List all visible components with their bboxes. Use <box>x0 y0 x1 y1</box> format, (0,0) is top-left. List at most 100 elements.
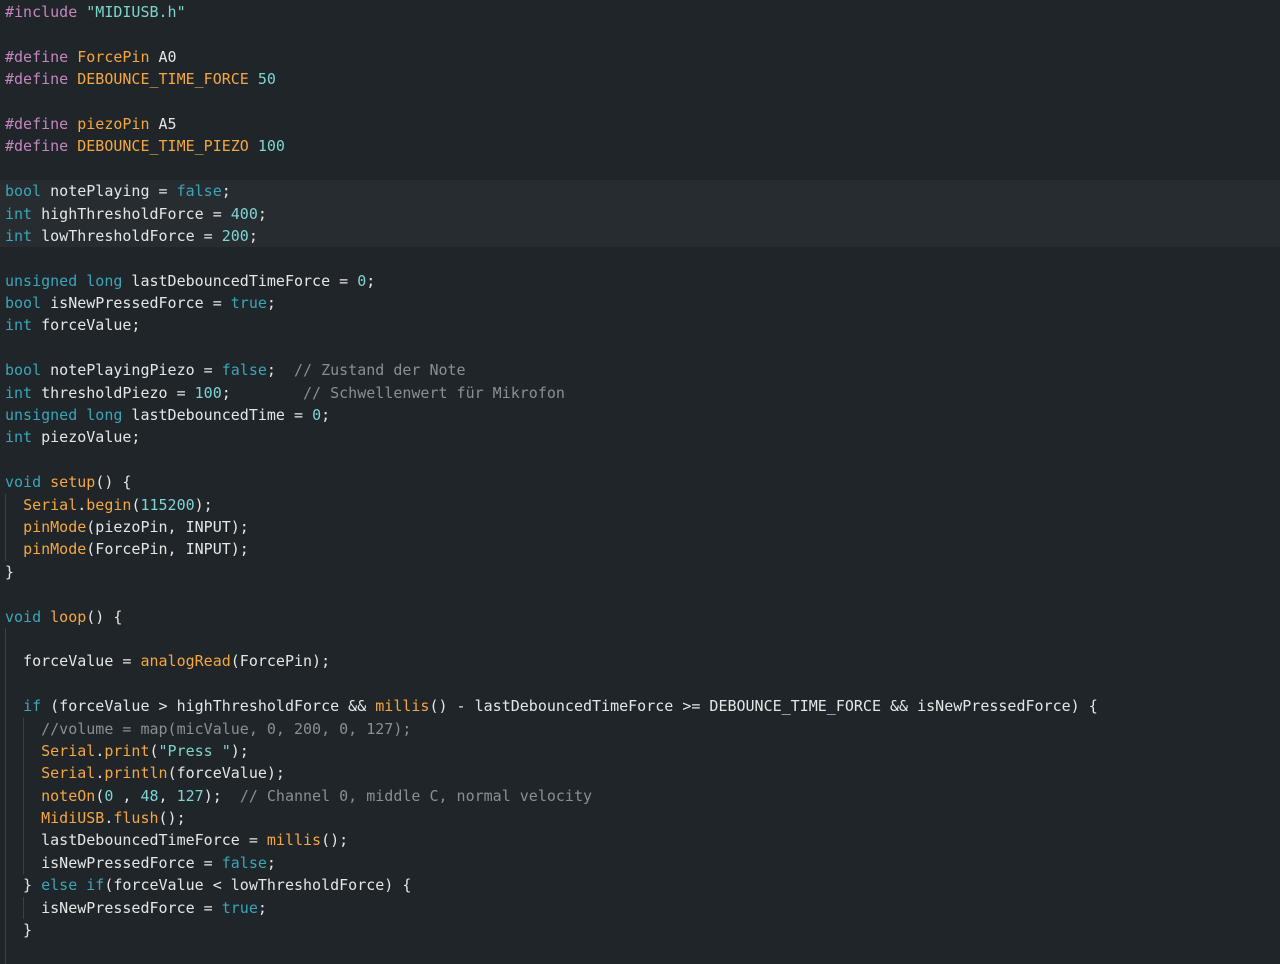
code-line[interactable]: #include "MIDIUSB.h" <box>0 1 1280 23</box>
function-token: millis <box>375 697 430 716</box>
code-line[interactable]: isNewPressedForce = false; <box>0 851 1280 875</box>
code-text-token: notePlayingPiezo = <box>41 361 222 380</box>
number-token: 200 <box>221 226 249 245</box>
string-token: "Press " <box>158 741 231 760</box>
code-line[interactable]: } <box>0 561 1280 583</box>
code-line[interactable]: } <box>0 919 1280 942</box>
code-text-token: (forceValue < lowThresholdForce) { <box>104 876 412 895</box>
code-line[interactable] <box>0 627 1280 651</box>
code-line[interactable]: int highThresholdForce = 400; <box>0 202 1280 225</box>
number-token: 0 <box>357 271 367 290</box>
keyword-token: int <box>5 383 33 402</box>
code-line[interactable]: Serial.print("Press "); <box>0 739 1280 763</box>
keyword-token: false <box>221 361 267 380</box>
code-line[interactable]: lastDebouncedTimeForce = millis(); <box>0 829 1280 852</box>
code-line[interactable]: unsigned long lastDebouncedTime = 0; <box>0 404 1280 426</box>
code-line[interactable] <box>0 583 1280 605</box>
indent-guide <box>5 515 6 539</box>
preprocessor-token: #include <box>5 3 78 21</box>
code-line[interactable]: pinMode(ForcePin, INPUT); <box>0 538 1280 561</box>
code-line[interactable] <box>0 672 1280 696</box>
code-line[interactable]: if (forceValue > highThresholdForce && m… <box>0 695 1280 718</box>
code-line[interactable] <box>0 337 1280 359</box>
number-token: 115200 <box>140 495 195 514</box>
keyword-token: true <box>230 294 267 313</box>
preprocessor-token: #define <box>5 70 69 89</box>
indent-guide <box>23 896 24 920</box>
indent-guide <box>5 538 6 561</box>
code-text-token: . <box>95 741 105 760</box>
keyword-token: bool <box>5 294 42 313</box>
code-editor[interactable]: #include "MIDIUSB.h" #define ForcePin A0 #… <box>0 0 1280 964</box>
code-line[interactable]: bool notePlaying = false; <box>0 180 1280 203</box>
code-line[interactable]: bool isNewPressedForce = true; <box>0 292 1280 314</box>
code-line[interactable]: //volume = map(micValue, 0, 200, 0, 127)… <box>0 717 1280 740</box>
code-text-token: ; <box>366 271 376 290</box>
code-line[interactable]: } else if(forceValue < lowThresholdForce… <box>0 874 1280 897</box>
indent-guide <box>5 717 6 740</box>
code-line[interactable] <box>0 23 1280 45</box>
code-line[interactable] <box>0 158 1280 180</box>
keyword-token: void <box>5 607 42 626</box>
code-line[interactable]: #define ForcePin A0 <box>0 46 1280 68</box>
code-line[interactable]: #define DEBOUNCE_TIME_FORCE 50 <box>0 68 1280 90</box>
code-text-token: () { <box>86 607 123 626</box>
code-text-token: () { <box>95 473 132 492</box>
function-token: flush <box>113 809 159 828</box>
keyword-token: false <box>176 182 222 201</box>
indent-guide <box>5 739 6 763</box>
code-line[interactable]: int thresholdPiezo = 100; // Schwellenwe… <box>0 382 1280 404</box>
code-text-token: highThresholdForce = <box>32 204 231 223</box>
keyword-token: if <box>86 876 105 895</box>
function-token: println <box>104 764 168 783</box>
code-line[interactable]: bool notePlayingPiezo = false; // Zustan… <box>0 359 1280 381</box>
keyword-token: unsigned <box>5 271 78 290</box>
code-text-token: piezoValue; <box>32 428 141 447</box>
indent-guide <box>5 919 6 942</box>
code-line[interactable]: MidiUSB.flush(); <box>0 807 1280 830</box>
code-text-token: ); <box>230 741 249 760</box>
code-line[interactable] <box>0 91 1280 113</box>
code-text-token: lowThresholdForce = <box>32 226 222 245</box>
code-line[interactable]: Serial.begin(115200); <box>0 493 1280 516</box>
code-text-token: isNewPressedForce = <box>5 853 222 872</box>
code-line[interactable]: int forceValue; <box>0 314 1280 336</box>
function-token: begin <box>86 495 132 514</box>
code-line[interactable]: #define piezoPin A5 <box>0 113 1280 135</box>
function-token: Serial <box>23 495 78 514</box>
code-text-token: . <box>77 495 87 514</box>
function-token: Serial <box>41 764 96 783</box>
code-line[interactable]: void loop() { <box>0 606 1280 628</box>
keyword-token: true <box>221 898 258 917</box>
code-text-token: ( <box>95 786 105 805</box>
function-token: Serial <box>41 741 96 760</box>
code-text-token: () - lastDebouncedTimeForce >= DEBOUNCE_… <box>429 697 1098 716</box>
code-text-token: ); <box>194 495 213 514</box>
code-line[interactable]: pinMode(piezoPin, INPUT); <box>0 515 1280 539</box>
code-line[interactable]: isNewPressedForce = true; <box>0 896 1280 920</box>
keyword-token: long <box>86 406 123 425</box>
code-line[interactable]: forceValue = analogRead(ForcePin); <box>0 650 1280 673</box>
function-token: analogRead <box>140 652 231 671</box>
code-line[interactable] <box>0 449 1280 471</box>
code-line[interactable]: Serial.println(forceValue); <box>0 762 1280 785</box>
code-line[interactable]: #define DEBOUNCE_TIME_PIEZO 100 <box>0 135 1280 157</box>
code-line[interactable] <box>0 247 1280 269</box>
code-line[interactable]: int lowThresholdForce = 200; <box>0 224 1280 248</box>
code-line[interactable]: unsigned long lastDebouncedTimeForce = 0… <box>0 270 1280 292</box>
code-text-token: lastDebouncedTime = <box>122 406 313 425</box>
comment-token: //volume = map(micValue, 0, 200, 0, 127)… <box>41 719 412 738</box>
code-text-token: (ForcePin, INPUT); <box>86 540 249 559</box>
indent-guide <box>5 650 6 673</box>
code-line[interactable]: noteOn(0 , 48, 127); // Channel 0, middl… <box>0 784 1280 808</box>
keyword-token: false <box>221 853 267 872</box>
code-line[interactable]: void setup() { <box>0 471 1280 493</box>
code-line[interactable]: int piezoValue; <box>0 426 1280 448</box>
